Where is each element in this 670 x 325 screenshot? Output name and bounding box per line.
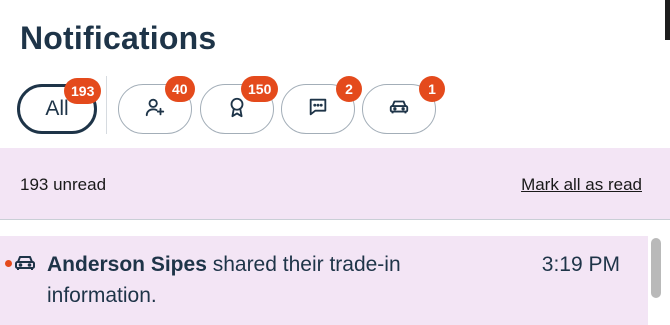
notification-time: 3:19 PM	[541, 253, 620, 276]
mark-all-read-link[interactable]: Mark all as read	[521, 175, 642, 195]
filter-awards-chip[interactable]: 150	[200, 76, 279, 134]
unread-summary-bar: 193 unread Mark all as read	[0, 148, 670, 220]
unread-indicator-dot	[5, 260, 12, 267]
chat-bubble-icon	[307, 96, 329, 123]
filter-messages-chip[interactable]: 2	[281, 76, 362, 134]
notification-item[interactable]: Anderson Sipes shared their trade-in inf…	[0, 236, 648, 325]
filter-messages-badge: 2	[336, 76, 362, 102]
filter-all-label: All	[45, 97, 69, 120]
notification-list: Anderson Sipes shared their trade-in inf…	[0, 236, 648, 325]
filter-vehicles-chip[interactable]: 1	[362, 76, 445, 134]
filter-people-chip[interactable]: 40	[118, 76, 195, 134]
filter-chips: All 193 40 150 2 1	[17, 76, 467, 134]
notification-actor: Anderson Sipes	[47, 253, 207, 276]
filter-all-badge: 193	[64, 78, 102, 104]
filter-awards-badge: 150	[241, 76, 279, 102]
window-edge	[665, 0, 670, 40]
notification-text: Anderson Sipes shared their trade-in inf…	[47, 249, 507, 311]
page-title: Notifications	[20, 20, 217, 56]
person-add-icon	[144, 96, 166, 123]
filter-people-badge: 40	[165, 76, 195, 102]
scrollbar-thumb[interactable]	[651, 238, 661, 298]
filter-vehicles-badge: 1	[419, 76, 445, 102]
filter-all-chip[interactable]: All 193	[17, 78, 102, 134]
car-icon	[13, 251, 37, 275]
car-icon	[388, 96, 410, 123]
award-ribbon-icon	[226, 96, 248, 123]
unread-count: 193 unread	[20, 175, 107, 194]
